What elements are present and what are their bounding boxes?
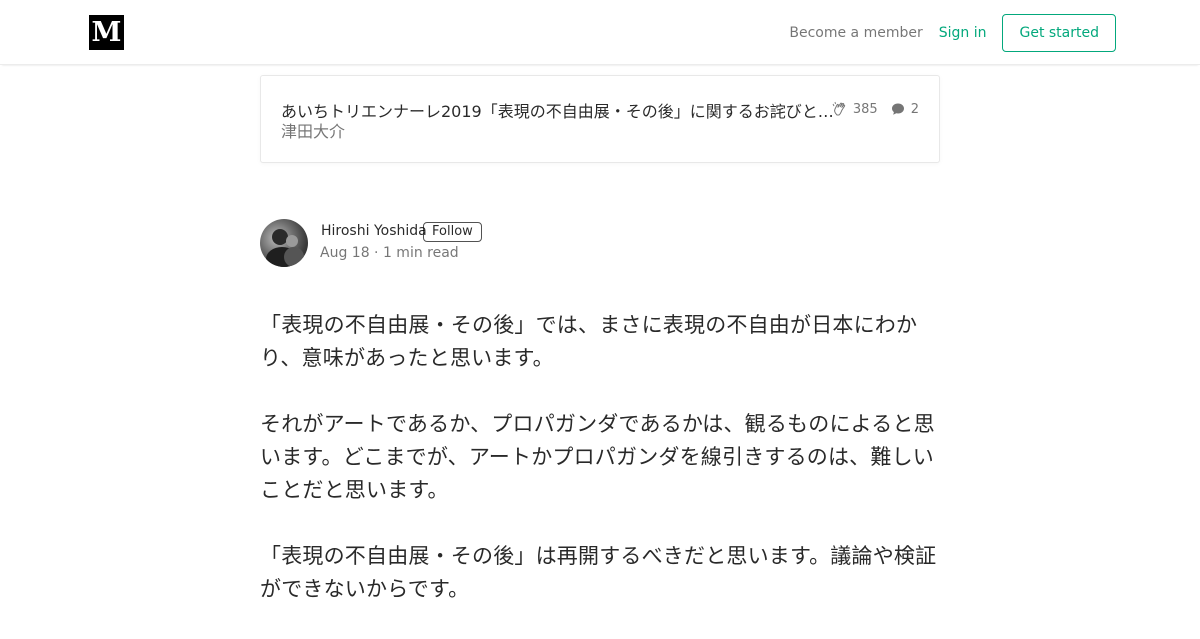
response-card-author: 津田大介 [281, 122, 346, 141]
in-response-to-card[interactable]: あいちトリエンナーレ2019「表現の不自由展・その後」に関するお詫びと報告 津田… [260, 75, 940, 163]
clap-icon [832, 101, 848, 117]
response-card-stats: 385 2 [832, 101, 919, 117]
header-actions: Become a member Sign in Get started [789, 14, 1116, 52]
follow-button[interactable]: Follow [423, 222, 482, 242]
article-body: 「表現の不自由展・その後」では、まさに表現の不自由が日本にわかり、意味があったと… [260, 309, 940, 639]
comment-icon [890, 101, 906, 117]
become-member-link[interactable]: Become a member [789, 25, 922, 41]
sign-in-link[interactable]: Sign in [939, 25, 987, 41]
avatar[interactable] [260, 219, 308, 267]
medium-logo[interactable]: M [89, 15, 124, 50]
article-paragraph: 「表現の不自由展・その後」では、まさに表現の不自由が日本にわかり、意味があったと… [260, 313, 918, 370]
response-card-title[interactable]: あいちトリエンナーレ2019「表現の不自由展・その後」に関するお詫びと報告 [281, 98, 837, 122]
top-navigation-bar: M Become a member Sign in Get started [0, 0, 1200, 65]
article-paragraph: それがアートであるか、プロパガンダであるかは、観るものによると思います。どこまで… [260, 412, 935, 502]
article-paragraph: 「表現の不自由展・その後」は再開するべきだと思います。議論や検証ができないからで… [260, 544, 937, 601]
comment-count: 2 [910, 101, 919, 117]
clap-count: 385 [852, 101, 878, 117]
post-meta: Aug 18 · 1 min read [320, 245, 459, 261]
author-name[interactable]: Hiroshi Yoshida [321, 223, 427, 239]
get-started-button[interactable]: Get started [1002, 14, 1116, 52]
